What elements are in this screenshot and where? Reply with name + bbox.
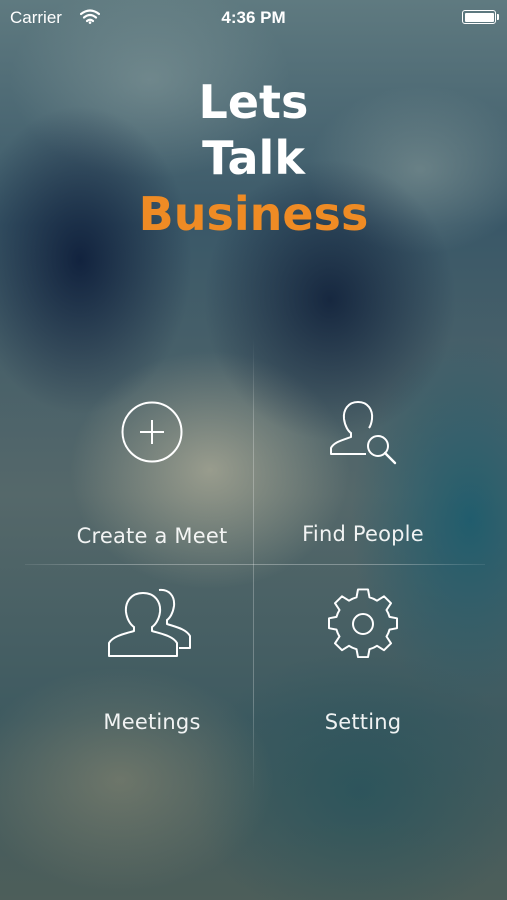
person-search-icon <box>328 396 398 470</box>
battery-icon <box>462 10 499 24</box>
logo-line-talk: Talk <box>202 131 305 185</box>
logo-line-business: Business <box>138 187 369 241</box>
status-time: 4:36 PM <box>221 8 286 27</box>
setting-button[interactable]: Setting <box>237 566 489 796</box>
horizontal-divider <box>25 564 485 565</box>
status-bar: Carrier 4:36 PM <box>0 0 507 36</box>
plus-circle-icon <box>120 400 184 468</box>
find-people-label: Find People <box>302 522 424 546</box>
setting-label: Setting <box>324 710 402 734</box>
main-menu-grid: Create a Meet Find People Meetings Setti… <box>0 330 507 800</box>
logo-line-lets: Lets <box>198 75 309 129</box>
app-logo: Lets Talk Business <box>0 74 507 242</box>
battery-level <box>464 12 494 22</box>
gear-icon <box>327 588 399 664</box>
people-icon <box>107 584 197 668</box>
find-people-button[interactable]: Find People <box>237 330 489 560</box>
